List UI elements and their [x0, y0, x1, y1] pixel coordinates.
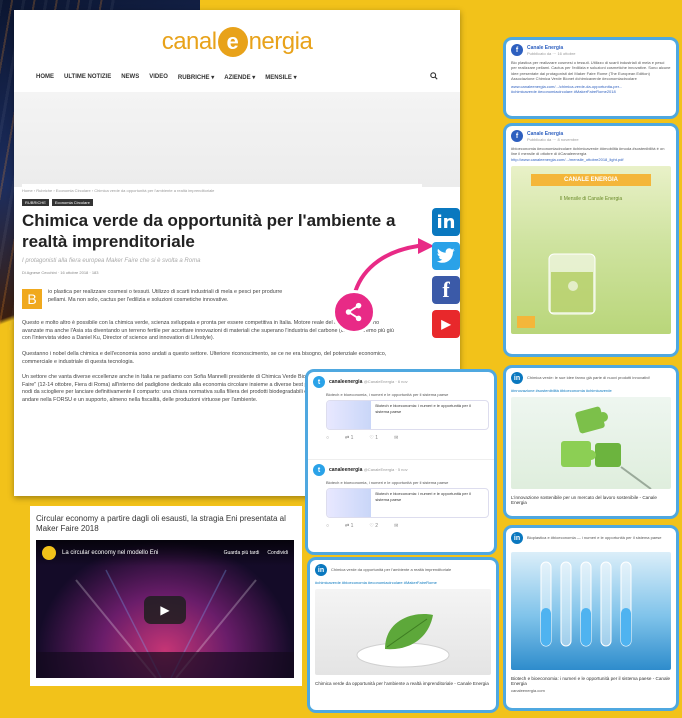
magazine-cover-image[interactable]: CANALE ENERGIA Il Mensile di Canale Ener… — [511, 166, 671, 335]
search-icon[interactable] — [430, 72, 438, 82]
nav-item-video[interactable]: VIDEO — [149, 74, 168, 80]
tweet-header: t canaleenergia @CanaleEnergia · 6 nov — [308, 372, 494, 392]
linkedin-avatar-icon: in — [511, 532, 523, 544]
post-text: #bioeconomia #economiacircolare #chimica… — [511, 146, 665, 157]
video-player[interactable]: La circular economy nel modello Eni Guar… — [36, 540, 294, 678]
tweet-card-image — [327, 401, 372, 430]
post-caption[interactable]: L'innovazione sostenibile per un mercato… — [506, 493, 676, 507]
linkedin-avatar-icon: in — [315, 564, 327, 576]
site-logo[interactable]: canal e nergia — [14, 10, 460, 68]
tweet-header: t canaleenergia @CanaleEnergia · 5 nov — [308, 460, 494, 480]
youtube-icon[interactable]: ▶ — [432, 310, 460, 338]
retweet-icon[interactable]: ⇄ 1 — [345, 523, 353, 529]
nav-item-mensile[interactable]: MENSILE ▾ — [265, 74, 296, 81]
dropcap: B — [22, 289, 42, 309]
paragraph-2: Questanno i nobel della chimica e dell'e… — [22, 350, 387, 365]
post-site: canaleenergia.com — [511, 688, 545, 693]
mail-icon[interactable]: ✉ — [394, 523, 398, 529]
reply-icon[interactable]: ○ — [326, 435, 329, 441]
nav-item-ultime-notizie[interactable]: ULTIME NOTIZIE — [64, 74, 111, 80]
tag-rubriche[interactable]: RUBRICHE — [22, 199, 49, 206]
linkedin-icon[interactable]: in — [432, 208, 460, 236]
linkedin-avatar-icon: in — [511, 372, 523, 384]
twitter-avatar-icon: t — [313, 376, 325, 388]
facebook-avatar-icon: f — [511, 44, 523, 56]
retweet-icon[interactable]: ⇄ 1 — [345, 435, 353, 441]
twitter-avatar-icon: t — [313, 464, 325, 476]
twitter-icon[interactable] — [432, 242, 460, 270]
post-header: in Chimica verde da opportunità per l'am… — [310, 560, 496, 580]
hero-banner — [14, 92, 460, 187]
tweet-actions: ○ ⇄ 1 ♡ 2 ✉ — [308, 521, 494, 531]
tweet-1[interactable]: t canaleenergia @CanaleEnergia · 6 nov B… — [308, 372, 494, 460]
linkedin-post-2[interactable]: in Bioplastica e #bioeconomia — i numeri… — [506, 528, 676, 708]
linkedin-post-3[interactable]: in Chimica verde da opportunità per l'am… — [310, 560, 496, 710]
linkedin-post-1[interactable]: in Chimica verde: le sue idee fanno già … — [506, 368, 676, 516]
post-caption[interactable]: Chimica verde da opportunità per l'ambie… — [310, 679, 496, 688]
nav-item-aziende[interactable]: AZIENDE ▾ — [224, 74, 255, 81]
post-hashtags[interactable]: #chimicaverde #bioeconomia #economiacirc… — [310, 580, 496, 585]
facebook-avatar-icon: f — [511, 130, 523, 142]
twitter-feed: t canaleenergia @CanaleEnergia · 6 nov B… — [308, 372, 494, 552]
leaf-illustration — [356, 614, 450, 668]
tweet-card-text: Biotech e bioeconomia: i numeri e le opp… — [375, 403, 471, 414]
share-buttons: in f ▶ — [432, 208, 460, 338]
like-icon[interactable]: ♡ 2 — [369, 523, 378, 529]
puzzle-image[interactable] — [511, 397, 671, 490]
post-caption[interactable]: Biotech e bioeconomia: i numeri e le opp… — [506, 674, 676, 688]
tweet-author[interactable]: canaleenergia @CanaleEnergia · 6 nov — [329, 379, 408, 385]
post-text: Chimica verde da opportunità per l'ambie… — [331, 567, 452, 573]
facebook-post-1[interactable]: f Canale Energia Pubblicato da ··· 16 ott… — [506, 40, 676, 116]
nav-item-home[interactable]: HOME — [36, 74, 54, 80]
post-text: Bio plastica per realizzare cosmesi o te… — [511, 60, 671, 82]
logo-right-text: nergia — [248, 28, 313, 55]
breadcrumb: Home › Rubriche › Economia Circolare › C… — [22, 188, 215, 193]
tweet-link-card[interactable]: Biotech e bioeconomia: i numeri e le opp… — [326, 488, 489, 519]
post-header: f Canale Energia Pubblicato da ··· 8 nove… — [506, 126, 676, 146]
tweet-author[interactable]: canaleenergia @CanaleEnergia · 5 nov — [329, 467, 408, 473]
tag-economia-circolare[interactable]: Economia Circolare — [51, 199, 93, 206]
post-header: in Bioplastica e #bioeconomia — i numeri… — [506, 528, 676, 548]
test-tubes-illustration — [540, 561, 632, 647]
tweet-card-text: Biotech e bioeconomia: i numeri e le opp… — [375, 491, 471, 502]
test-tubes-image[interactable] — [511, 552, 671, 670]
tweet-2[interactable]: t canaleenergia @CanaleEnergia · 5 nov B… — [308, 460, 494, 548]
facebook-icon[interactable]: f — [432, 276, 460, 304]
reply-icon[interactable]: ○ — [326, 523, 329, 529]
post-hashtags[interactable]: #innovazione #sostenibilità #bioeconomia… — [506, 388, 676, 393]
post-text: Chimica verde: le sue idee fanno già par… — [527, 375, 651, 381]
mail-icon[interactable]: ✉ — [394, 435, 398, 441]
post-text: Bioplastica e #bioeconomia — i numeri e … — [527, 535, 662, 541]
tweet-text: Biotech e bioeconomia, i numeri e le opp… — [326, 480, 449, 485]
like-icon[interactable]: ♡ 1 — [369, 435, 378, 441]
tweet-text: Biotech e bioeconomia, i numeri e le opp… — [326, 392, 449, 397]
post-link[interactable]: http://www.canaleenergia.com/.../mensile… — [506, 157, 676, 162]
jar-illustration — [517, 253, 596, 329]
video-card: Circular economy a partire dagli oli esa… — [30, 506, 302, 686]
play-button[interactable]: ▶ — [144, 596, 186, 624]
nav-item-rubriche[interactable]: RUBRICHE ▾ — [178, 74, 214, 81]
tweet-card-image — [327, 489, 372, 518]
post-author[interactable]: Canale Energia Pubblicato da ··· 16 ottob… — [527, 45, 575, 56]
main-nav: HOME ULTIME NOTIZIE NEWS VIDEO RUBRICHE … — [14, 68, 460, 86]
logo-e-badge: e — [217, 27, 248, 57]
logo-left-text: canal — [161, 28, 217, 55]
leaf-image[interactable] — [315, 589, 491, 676]
post-header: in Chimica verde: le sue idee fanno già … — [506, 368, 676, 388]
share-icon[interactable] — [332, 290, 376, 334]
tweet-actions: ○ ⇄ 1 ♡ 1 ✉ — [308, 433, 494, 443]
facebook-post-2[interactable]: f Canale Energia Pubblicato da ··· 8 nove… — [506, 126, 676, 354]
video-caption: Circular economy a partire dagli oli esa… — [36, 514, 286, 533]
tweet-link-card[interactable]: Biotech e bioeconomia: i numeri e le opp… — [326, 400, 489, 431]
lead-text: io plastica per realizzare cosmesi o tes… — [48, 289, 283, 303]
post-hashtags[interactable]: #chimicaverde #economiacircolare #MakerF… — [506, 89, 676, 94]
puzzle-illustration — [561, 407, 652, 490]
post-author[interactable]: Canale Energia Pubblicato da ··· 8 novemb… — [527, 131, 579, 142]
post-header: f Canale Energia Pubblicato da ··· 16 ott… — [506, 40, 676, 60]
article-tags: RUBRICHE Economia Circolare — [22, 199, 422, 206]
nav-item-news[interactable]: NEWS — [121, 74, 139, 80]
